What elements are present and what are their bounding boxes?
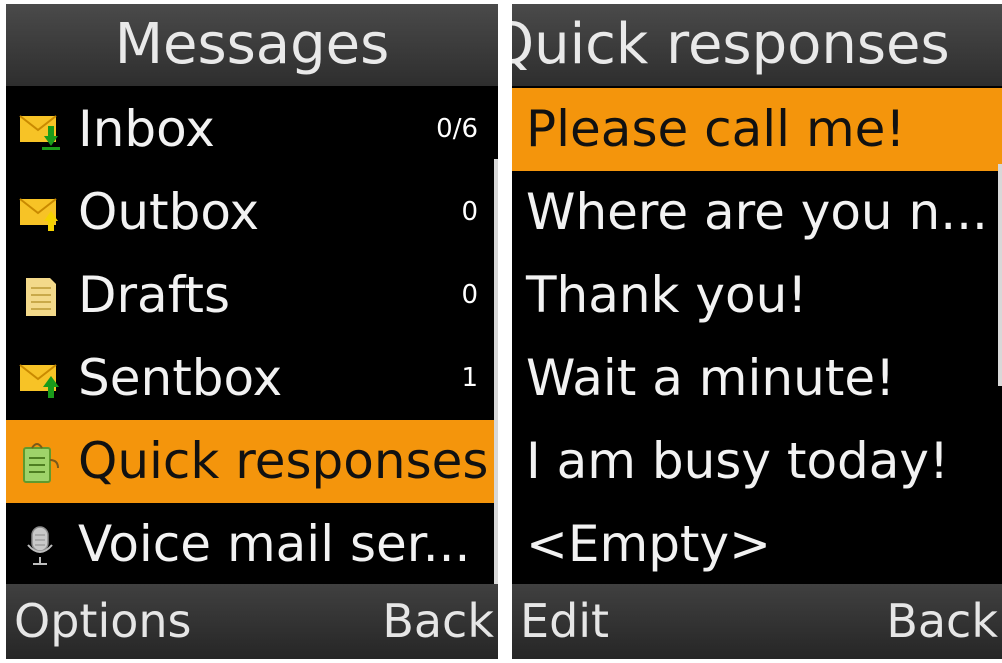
list-item[interactable]: Wait a minute! xyxy=(512,337,1002,420)
message-count: 0 xyxy=(461,197,478,227)
menu-item-inbox[interactable]: Inbox 0/6 xyxy=(6,88,498,171)
response-text: Where are you n... xyxy=(526,183,988,241)
envelope-out-icon xyxy=(19,198,58,231)
list-item[interactable]: <Empty> xyxy=(512,503,1002,586)
scrollbar[interactable] xyxy=(494,159,498,587)
draft-note-icon xyxy=(26,278,56,316)
menu-item-label: Sentbox xyxy=(78,349,283,407)
options-softkey[interactable]: Options xyxy=(14,584,192,659)
list-item[interactable]: Where are you n... xyxy=(512,171,1002,254)
menu-item-label: Voice mail ser... xyxy=(78,515,471,573)
menu-item-drafts[interactable]: Drafts 0 xyxy=(6,254,498,337)
back-softkey[interactable]: Back xyxy=(382,584,494,659)
softkey-bar: Options Back xyxy=(6,584,498,659)
quick-responses-screen: Quick responses Please call me! Where ar… xyxy=(512,4,1002,659)
response-text: <Empty> xyxy=(526,515,772,573)
messages-menu: Inbox 0/6 Outbox 0 Drafts 0 Sentbox 1 Qu… xyxy=(6,88,498,586)
microphone-icon xyxy=(27,526,53,565)
page-title: Messages xyxy=(6,4,498,86)
scrollbar[interactable] xyxy=(998,164,1002,386)
softkey-bar: Edit Back xyxy=(512,584,1002,659)
response-text: Thank you! xyxy=(526,266,808,324)
menu-item-label: Inbox xyxy=(78,100,215,158)
messages-screen: Messages Inbox 0/6 Outbox 0 Drafts 0 Sen… xyxy=(6,4,498,659)
back-softkey[interactable]: Back xyxy=(886,584,998,659)
message-count: 0 xyxy=(461,280,478,310)
quick-response-icon xyxy=(23,443,59,483)
response-text: I am busy today! xyxy=(526,432,950,490)
menu-item-outbox[interactable]: Outbox 0 xyxy=(6,171,498,254)
message-count: 1 xyxy=(461,363,478,393)
edit-softkey[interactable]: Edit xyxy=(520,584,609,659)
response-text: Wait a minute! xyxy=(526,349,896,407)
menu-item-label: Quick responses xyxy=(78,432,489,490)
menu-item-label: Outbox xyxy=(78,183,260,241)
page-title: Quick responses xyxy=(512,4,1002,86)
menu-item-voice-mail[interactable]: Voice mail ser... xyxy=(6,503,498,586)
menu-item-sentbox[interactable]: Sentbox 1 xyxy=(6,337,498,420)
menu-item-quick-responses[interactable]: Quick responses xyxy=(6,420,498,503)
message-count: 0/6 xyxy=(436,114,478,144)
quick-responses-list: Please call me! Where are you n... Thank… xyxy=(512,88,1002,586)
response-text: Please call me! xyxy=(526,100,906,158)
list-item[interactable]: Thank you! xyxy=(512,254,1002,337)
menu-item-label: Drafts xyxy=(78,266,231,324)
envelope-in-icon xyxy=(19,115,60,150)
list-item[interactable]: I am busy today! xyxy=(512,420,1002,503)
envelope-sent-icon xyxy=(19,364,59,398)
list-item[interactable]: Please call me! xyxy=(512,88,1002,171)
